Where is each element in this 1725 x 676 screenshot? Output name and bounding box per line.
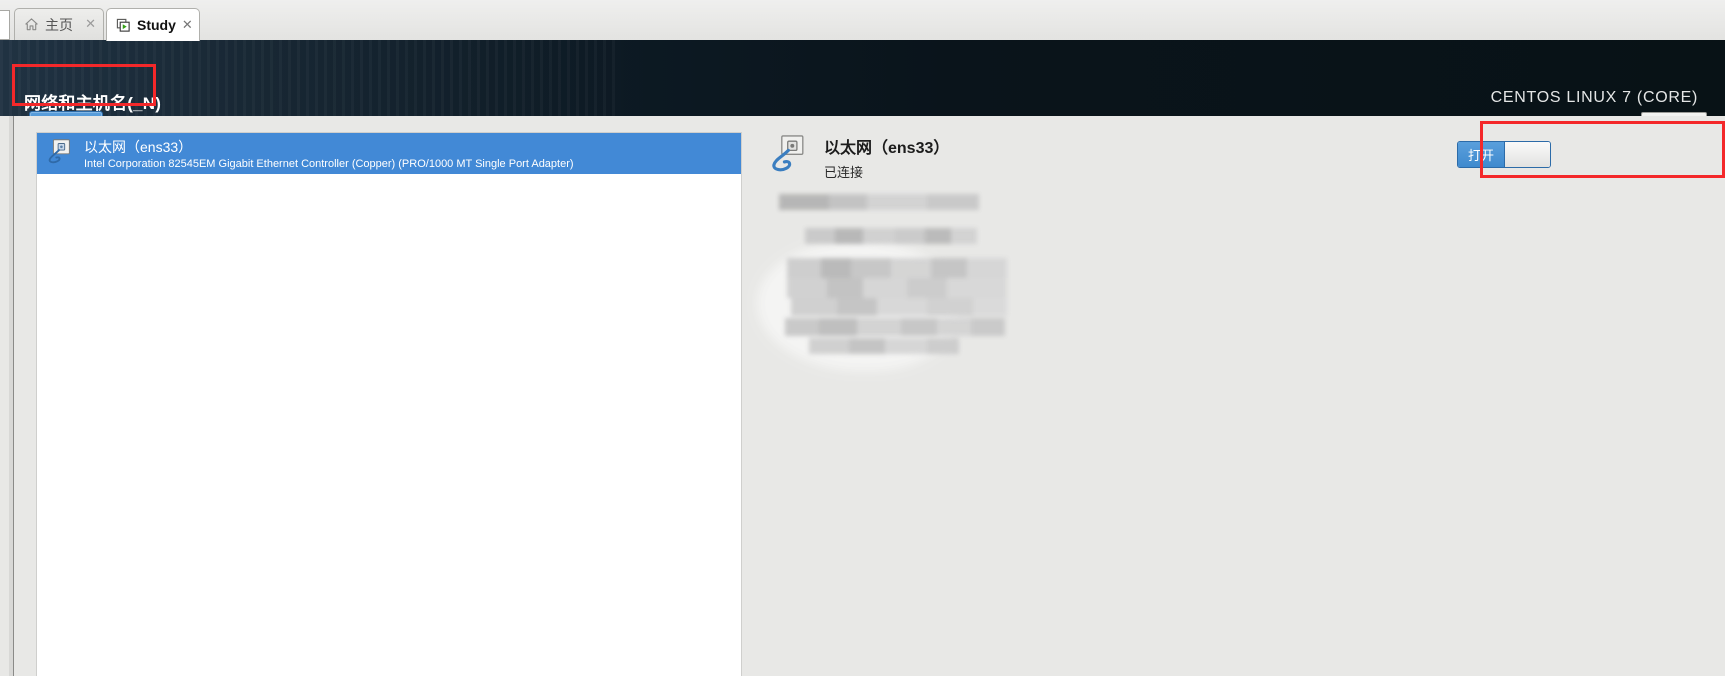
redaction-block [849,338,885,354]
ethernet-port-icon [770,132,812,179]
list-item[interactable]: 以太网（ens33） Intel Corporation 82545EM Gig… [37,133,741,174]
redaction-block [895,228,925,244]
device-connection-status: 已连接 [824,165,864,180]
device-detail-header: 以太网（ens33） 已连接 [770,132,949,181]
redaction-block [829,194,867,210]
tab-study[interactable]: Study ✕ [106,8,200,41]
redaction-block [805,228,835,244]
redaction-block [967,258,1007,278]
content-area: 以太网（ens33） Intel Corporation 82545EM Gig… [0,116,1725,676]
redaction-block [907,278,947,298]
redacted-config-block [757,186,1217,386]
ethernet-port-icon [45,136,75,171]
home-icon [24,17,39,32]
redaction-block [863,278,907,298]
redaction-block [857,318,901,336]
redaction-block [791,298,837,316]
list-item-title: 以太网（ens33） [84,139,193,155]
redaction-block [785,318,819,336]
redaction-block [837,298,877,316]
redaction-block [809,338,849,354]
redaction-block [827,278,863,298]
device-detail-title: 以太网（ens33） [824,140,950,157]
device-detail-panel: 以太网（ens33） 已连接 打开 [742,116,1725,676]
tab-strip: 主页 ✕ Study ✕ [0,0,1725,41]
redaction-block [971,318,1005,336]
distro-name: CENTOS LINUX 7 (CORE) [1490,89,1698,106]
device-detail-text: 以太网（ens33） 已连接 [824,132,949,181]
redaction-block [877,298,927,316]
redaction-block [937,318,971,336]
redaction-block [863,228,895,244]
tab-study-close-icon[interactable]: ✕ [182,19,193,32]
redaction-block [787,258,821,278]
redaction-block [927,298,973,316]
list-item-text: 以太网（ens33） Intel Corporation 82545EM Gig… [84,137,574,170]
tab-home-label: 主页 [45,16,73,33]
redaction-block [891,258,931,278]
done-button[interactable]: 完成(D) [29,111,103,116]
left-rail-inner [9,116,13,676]
redaction-block [947,278,1007,298]
redaction-block [835,228,863,244]
tab-study-label: Study [137,17,176,33]
tab-strip-background [0,0,1725,40]
redaction-block [851,258,891,278]
redaction-block [867,194,927,210]
vm-play-icon [116,18,131,33]
redaction-block [885,338,927,354]
network-toggle-on-label: 打开 [1458,142,1504,167]
tab-home-close-icon[interactable]: ✕ [85,18,96,31]
network-toggle-switch[interactable]: 打开 [1457,141,1551,168]
redaction-block [951,228,977,244]
redaction-block [931,258,967,278]
redaction-block [927,194,979,210]
redaction-block [819,318,857,336]
redaction-block [925,228,951,244]
redaction-block [927,338,959,354]
window-edge-strip [0,10,10,40]
redaction-block [779,194,829,210]
network-device-list[interactable]: 以太网（ens33） Intel Corporation 82545EM Gig… [36,132,742,676]
redaction-block [787,278,827,298]
network-toggle-knob[interactable] [1503,142,1550,167]
redaction-block [901,318,937,336]
application-window: 主页 ✕ Study ✕ 网络和主机名(_N) 完成(D) CENTOS LIN… [0,0,1725,676]
redaction-block [821,258,851,278]
redaction-block [973,298,1007,316]
installer-header: 网络和主机名(_N) 完成(D) CENTOS LINUX 7 (CORE) [0,40,1725,116]
list-item-subtitle: Intel Corporation 82545EM Gigabit Ethern… [84,158,574,170]
tab-home[interactable]: 主页 ✕ [14,8,104,40]
left-rail [0,116,14,676]
